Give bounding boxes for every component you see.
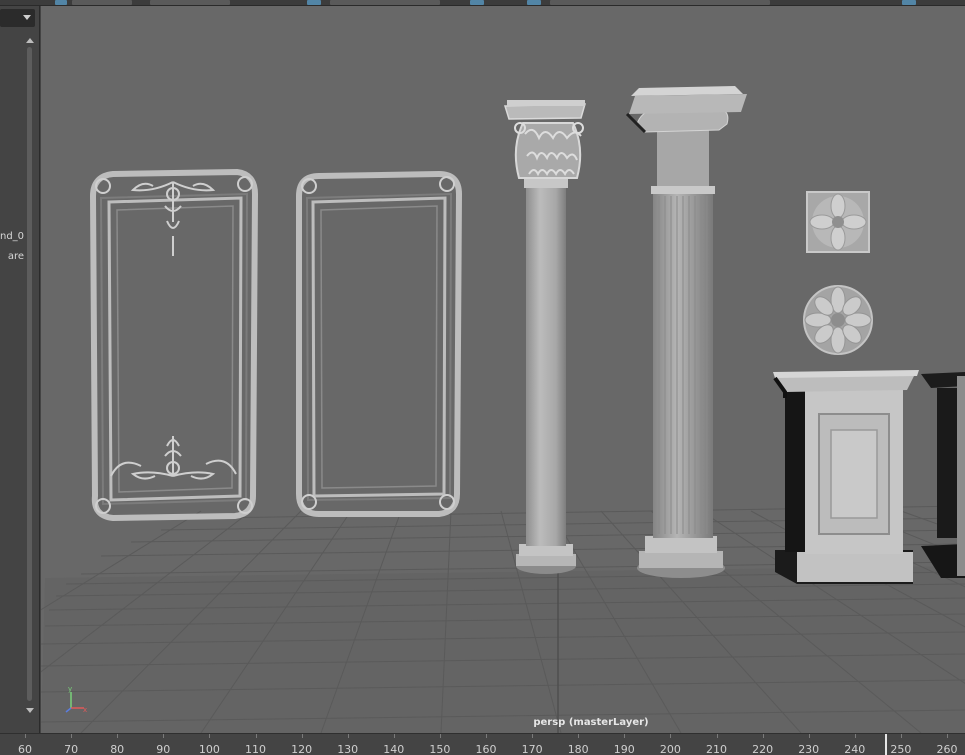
camera-label: persp (masterLayer) (533, 717, 649, 728)
chevron-down-icon (23, 15, 31, 20)
tick-mark (486, 734, 487, 738)
tick-mark (163, 734, 165, 738)
tick-mark (532, 734, 534, 738)
tick-mark (578, 734, 580, 738)
fluted-column (625, 86, 747, 578)
toolbar-button[interactable] (550, 0, 770, 5)
tick-label: 220 (752, 743, 774, 755)
time-slider-playhead[interactable] (885, 734, 887, 755)
toolbar-button[interactable] (527, 0, 541, 5)
tick-mark (71, 734, 73, 738)
tick-mark (854, 734, 856, 738)
tick-label: 250 (890, 743, 912, 755)
plain-wall-panel (296, 170, 463, 517)
outliner-scrollbar[interactable] (25, 38, 35, 718)
tick-label: 120 (291, 743, 313, 755)
pedestal (773, 370, 919, 584)
tick-mark (670, 734, 672, 738)
tick-mark (301, 734, 303, 738)
tick-mark (439, 734, 441, 738)
tick-label: 200 (659, 743, 681, 755)
tick-label: 190 (613, 743, 635, 755)
scroll-down-icon[interactable] (26, 708, 34, 713)
tick-mark (209, 734, 211, 738)
tick-mark (900, 734, 902, 738)
time-slider[interactable]: 60 70 80 90 100 110 120 130 140 150 160 170 180 190 20… (0, 733, 965, 755)
tick-label: 110 (245, 743, 266, 755)
outliner-item[interactable]: are (0, 251, 24, 262)
tick-label: 210 (706, 743, 727, 755)
axis-gizmo: y x (64, 684, 90, 714)
tick-label: 140 (383, 743, 405, 755)
corinthian-column (503, 100, 587, 574)
outliner-item[interactable]: nd_0 (0, 231, 24, 242)
viewport-scene (41, 86, 965, 733)
tick-mark (393, 734, 395, 738)
tick-label: 60 (18, 743, 32, 755)
tick-mark (762, 734, 764, 738)
ornate-wall-panel (89, 168, 259, 522)
toolbar-button[interactable] (307, 0, 321, 5)
tick-label: 100 (198, 743, 220, 755)
toolbar-button[interactable] (470, 0, 484, 5)
toolbar-button[interactable] (902, 0, 916, 5)
tick-label: 70 (64, 743, 79, 755)
outliner-panel: nd_0 are (0, 6, 40, 733)
toolbar-button[interactable] (150, 0, 230, 5)
axis-x-label: x (83, 706, 87, 714)
tick-mark (808, 734, 810, 738)
tick-label: 170 (521, 743, 543, 755)
tick-label: 80 (110, 743, 125, 755)
toolbar-button[interactable] (72, 0, 132, 5)
tick-mark (947, 734, 948, 738)
toolbar-button[interactable] (330, 0, 440, 5)
axis-y-label: y (68, 685, 72, 693)
tick-mark (347, 734, 349, 738)
rosette-square-tile (806, 191, 870, 253)
toolbar-button[interactable] (55, 0, 67, 5)
tick-label: 130 (337, 743, 359, 755)
tick-label: 160 (475, 743, 497, 755)
tick-mark (117, 734, 119, 738)
tick-label: 180 (567, 743, 589, 755)
scroll-up-icon[interactable] (26, 38, 34, 43)
rosette-round (803, 285, 873, 355)
tick-mark (624, 734, 626, 738)
pedestal-partial (921, 372, 965, 578)
tick-label: 150 (429, 743, 451, 755)
tick-label: 230 (798, 743, 820, 755)
perspective-viewport[interactable]: y x persp (masterLayer) (41, 6, 965, 733)
scrollbar-thumb[interactable] (27, 47, 32, 701)
tick-mark (716, 734, 718, 738)
maya-window: nd_0 are y x persp (masterLayer) 60 70 8… (0, 0, 965, 755)
outliner-display-dropdown[interactable] (0, 9, 35, 27)
tick-label: 260 (936, 743, 958, 755)
tick-label: 240 (844, 743, 866, 755)
tick-label: 90 (156, 743, 171, 755)
tick-mark (25, 734, 26, 738)
tick-mark (255, 734, 257, 738)
